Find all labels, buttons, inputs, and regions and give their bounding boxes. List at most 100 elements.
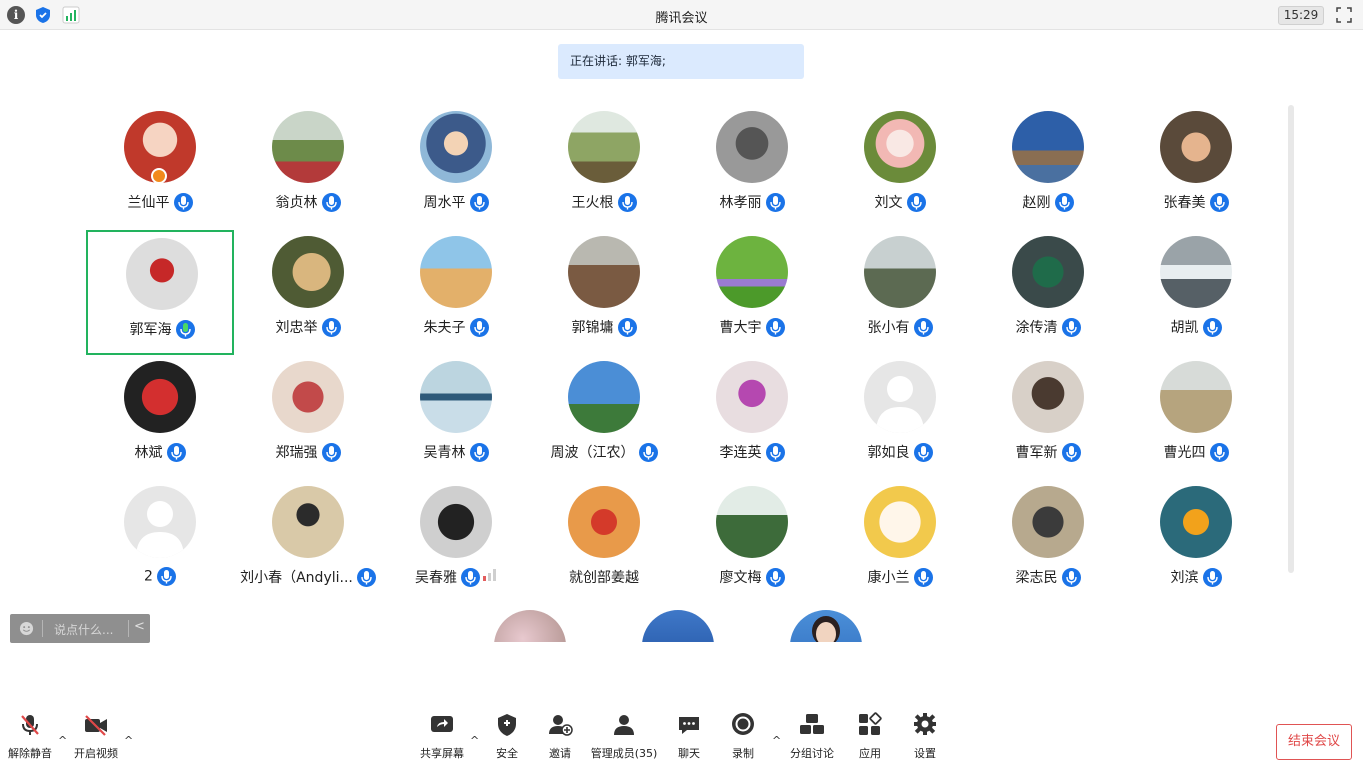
avatar[interactable] <box>790 610 862 642</box>
participant-tile[interactable]: 2 <box>86 480 234 605</box>
mic-icon <box>321 192 341 212</box>
security-button[interactable]: 安全 <box>490 712 524 761</box>
divider <box>128 620 129 637</box>
participant-tile[interactable]: 朱夫子 <box>382 230 530 355</box>
avatar <box>124 361 196 433</box>
participant-name-row: 廖文梅 <box>678 567 826 587</box>
avatar <box>1160 361 1232 433</box>
participant-name-row: 周水平 <box>382 192 530 212</box>
participant-name-row: 张春美 <box>1122 192 1270 212</box>
participant-tile[interactable]: 郭锦墉 <box>530 230 678 355</box>
mic-icon <box>638 442 658 462</box>
participant-tile[interactable]: 吴春雅 <box>382 480 530 605</box>
participant-tile[interactable]: 涂传清 <box>974 230 1122 355</box>
participant-tile[interactable]: 曹大宇 <box>678 230 826 355</box>
participant-name-row: 涂传清 <box>974 317 1122 337</box>
avatar <box>420 236 492 308</box>
shield-icon <box>498 714 516 736</box>
mic-icon <box>469 442 489 462</box>
chat-input[interactable]: 说点什么... < <box>10 614 150 643</box>
end-meeting-button[interactable]: 结束会议 <box>1276 724 1352 760</box>
participant-name-row: 朱夫子 <box>382 317 530 337</box>
participant-name: 郭如良 <box>867 445 910 461</box>
participant-name-row: 李连英 <box>678 442 826 462</box>
mic-icon <box>321 317 341 337</box>
participant-tile[interactable]: 吴青林 <box>382 355 530 480</box>
invite-button[interactable]: 邀请 <box>543 712 577 761</box>
participant-tile[interactable]: 张小有 <box>826 230 974 355</box>
participant-tile[interactable]: 梁志民 <box>974 480 1122 605</box>
participant-tile[interactable]: 曹光四 <box>1122 355 1270 480</box>
breakout-button[interactable]: 分组讨论 <box>788 712 836 761</box>
participant-name: 廖文梅 <box>719 570 762 586</box>
video-options-caret[interactable]: ^ <box>124 734 133 747</box>
mic-icon <box>469 192 489 212</box>
apps-button[interactable]: 应用 <box>853 712 887 761</box>
participant-name: 吴春雅 <box>415 570 457 586</box>
manage-members-button[interactable]: 管理成员(35) <box>590 712 658 761</box>
collapse-chat-icon[interactable]: < <box>134 619 145 634</box>
start-video-button[interactable]: 开启视频 <box>72 712 120 761</box>
participant-name-row: 兰仙平 <box>86 192 234 212</box>
partial-avatar-row <box>0 610 1363 642</box>
participant-tile[interactable]: 周水平 <box>382 105 530 230</box>
participant-tile[interactable]: 刘文 <box>826 105 974 230</box>
avatar[interactable] <box>494 610 566 642</box>
participant-tile[interactable]: 廖文梅 <box>678 480 826 605</box>
mic-icon <box>356 567 376 587</box>
participant-name-row: 郭如良 <box>826 442 974 462</box>
participant-tile[interactable]: 林斌 <box>86 355 234 480</box>
network-level-icon <box>483 569 497 585</box>
mic-icon <box>913 317 933 337</box>
participant-tile[interactable]: 林孝丽 <box>678 105 826 230</box>
avatar <box>124 486 196 558</box>
fullscreen-icon[interactable] <box>1336 7 1352 23</box>
participant-tile[interactable]: 就创部姜越 <box>530 480 678 605</box>
bottom-toolbar: 解除静音 ^ 开启视频 ^ 共享屏幕 ^ 安全 邀请 管理成员(35) 聊天 录… <box>0 712 1363 768</box>
chat-button[interactable]: 聊天 <box>672 712 706 761</box>
avatar <box>126 238 198 310</box>
participant-tile[interactable]: 李连英 <box>678 355 826 480</box>
participant-tile[interactable]: 张春美 <box>1122 105 1270 230</box>
settings-button[interactable]: 设置 <box>908 712 942 761</box>
participant-name: 刘滨 <box>1170 570 1199 586</box>
participant-name-row: 翁贞林 <box>234 192 382 212</box>
participant-tile[interactable]: 胡凯 <box>1122 230 1270 355</box>
chat-label: 聊天 <box>678 747 700 760</box>
record-options-caret[interactable]: ^ <box>772 734 781 747</box>
participant-name: 胡凯 <box>1170 320 1199 336</box>
speaking-banner: 正在讲话: 郭军海; <box>558 44 804 79</box>
chat-placeholder: 说点什么... <box>54 623 114 637</box>
participant-name-row: 吴春雅 <box>382 567 530 587</box>
host-badge-icon <box>151 168 167 184</box>
participant-tile[interactable]: 刘小春（Andyli... <box>234 480 382 605</box>
avatar <box>568 361 640 433</box>
record-button[interactable]: 录制 <box>726 712 760 761</box>
emoji-icon[interactable] <box>19 621 34 636</box>
participant-tile[interactable]: 赵刚 <box>974 105 1122 230</box>
start-video-label: 开启视频 <box>74 747 118 760</box>
participant-tile[interactable]: 郭军海 <box>86 230 234 355</box>
share-options-caret[interactable]: ^ <box>470 734 479 747</box>
grid-scrollbar[interactable] <box>1288 105 1294 573</box>
record-label: 录制 <box>732 747 754 760</box>
avatar[interactable] <box>642 610 714 642</box>
window-title: 腾讯会议 <box>655 11 708 26</box>
participant-tile[interactable]: 翁贞林 <box>234 105 382 230</box>
participant-tile[interactable]: 刘滨 <box>1122 480 1270 605</box>
participant-tile[interactable]: 康小兰 <box>826 480 974 605</box>
participant-tile[interactable]: 郭如良 <box>826 355 974 480</box>
participant-name: 刘忠举 <box>275 320 318 336</box>
participant-tile[interactable]: 周波（江农） <box>530 355 678 480</box>
participant-name: 周波（江农） <box>550 445 635 461</box>
participant-tile[interactable]: 郑瑞强 <box>234 355 382 480</box>
participant-tile[interactable]: 王火根 <box>530 105 678 230</box>
unmute-button[interactable]: 解除静音 <box>6 712 54 761</box>
participant-tile[interactable]: 兰仙平 <box>86 105 234 230</box>
participant-tile[interactable]: 刘忠举 <box>234 230 382 355</box>
share-screen-button[interactable]: 共享屏幕 <box>418 712 466 761</box>
meeting-clock: 15:29 <box>1278 6 1324 25</box>
divider <box>42 620 43 637</box>
audio-options-caret[interactable]: ^ <box>58 734 67 747</box>
participant-tile[interactable]: 曹军新 <box>974 355 1122 480</box>
